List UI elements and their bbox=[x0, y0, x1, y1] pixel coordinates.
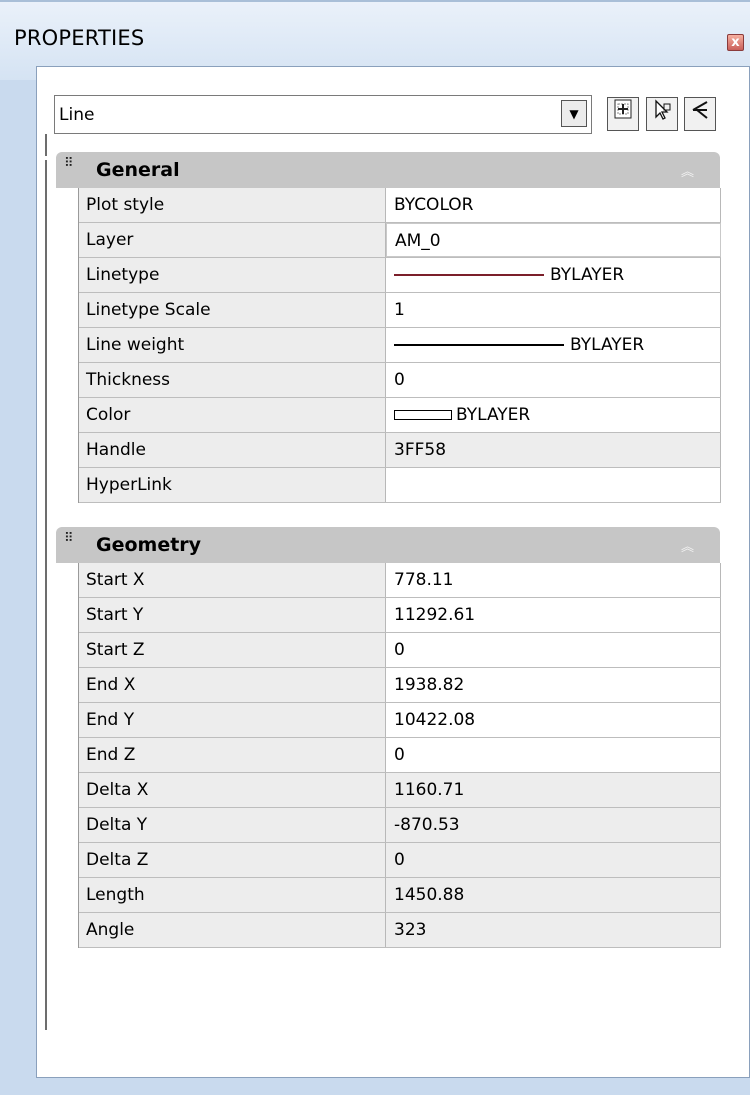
grip-icon: ⠿ bbox=[64, 531, 74, 546]
property-name: Line weight bbox=[79, 328, 386, 362]
property-row-start-z[interactable]: Start Z0 bbox=[79, 633, 721, 668]
property-name: Color bbox=[79, 398, 386, 432]
property-value[interactable]: BYCOLOR bbox=[386, 188, 721, 222]
section-geometry-header[interactable]: ⠿ Geometry ︽ bbox=[56, 527, 720, 563]
quick-select-button[interactable] bbox=[607, 97, 639, 131]
property-name: Angle bbox=[79, 913, 386, 947]
property-row-layer[interactable]: Layer AM_0 bbox=[79, 223, 721, 258]
line-sample-icon bbox=[394, 274, 544, 276]
property-value: 3FF58 bbox=[386, 433, 721, 467]
property-row-color[interactable]: Color BYLAYER bbox=[79, 398, 721, 433]
property-value[interactable]: 0 bbox=[386, 633, 721, 667]
section-general-header[interactable]: ⠿ General ︽ bbox=[56, 152, 720, 188]
property-row-thickness[interactable]: Thickness 0 bbox=[79, 363, 721, 398]
property-value-text: BYLAYER bbox=[570, 335, 645, 355]
property-row-delta-y[interactable]: Delta Y -870.53 bbox=[79, 808, 721, 843]
property-value-text: BYLAYER bbox=[550, 265, 625, 285]
property-name: End Z bbox=[79, 738, 386, 772]
geometry-properties-grid: Start X 778.11 Start Y 11292.61 Start Z 0 End … bbox=[78, 563, 721, 948]
window-title: PROPERTIES bbox=[14, 26, 145, 50]
property-value-text: BYLAYER bbox=[456, 405, 531, 425]
property-value[interactable]: BYLAYER bbox=[386, 328, 721, 362]
property-name: End Y bbox=[79, 703, 386, 737]
property-name: Linetype bbox=[79, 258, 386, 292]
toggle-pickadd-button[interactable] bbox=[684, 97, 716, 131]
quick-select-icon bbox=[613, 99, 633, 125]
property-name: Linetype Scale bbox=[79, 293, 386, 327]
select-objects-button[interactable] bbox=[646, 97, 678, 131]
property-row-handle[interactable]: Handle 3FF58 bbox=[79, 433, 721, 468]
property-value: 1450.88 bbox=[386, 878, 721, 912]
property-name: Layer bbox=[79, 223, 386, 257]
section-title: Geometry bbox=[96, 534, 202, 556]
property-name: Plot style bbox=[79, 188, 386, 222]
property-row-start-y[interactable]: Start Y 11292.61 bbox=[79, 598, 721, 633]
property-row-hyperlink[interactable]: HyperLink bbox=[79, 468, 721, 503]
property-row-line-weight[interactable]: Line weight BYLAYER bbox=[79, 328, 721, 363]
grip-icon: ⠿ bbox=[64, 156, 74, 171]
property-name: Handle bbox=[79, 433, 386, 467]
collapse-icon[interactable]: ︽ bbox=[681, 536, 694, 555]
property-value: 323 bbox=[386, 913, 721, 947]
property-value: 0 bbox=[386, 843, 721, 877]
panel-edge bbox=[45, 160, 47, 1030]
property-name: HyperLink bbox=[79, 468, 386, 502]
property-value[interactable]: 0 bbox=[386, 738, 721, 772]
property-row-angle[interactable]: Angle 323 bbox=[79, 913, 721, 948]
property-name: Start Z bbox=[79, 633, 386, 667]
color-swatch-icon bbox=[394, 410, 452, 420]
property-name: Thickness bbox=[79, 363, 386, 397]
panel-edge bbox=[45, 134, 47, 156]
property-value: -870.53 bbox=[386, 808, 721, 842]
property-row-end-y[interactable]: End Y 10422.08 bbox=[79, 703, 721, 738]
close-button[interactable]: x bbox=[727, 34, 744, 51]
object-type-value: Line bbox=[59, 105, 95, 125]
property-name: Delta Z bbox=[79, 843, 386, 877]
property-value[interactable]: 1 bbox=[386, 293, 721, 327]
property-name: Start X bbox=[79, 563, 386, 597]
property-value[interactable]: BYLAYER bbox=[386, 258, 721, 292]
property-name: End X bbox=[79, 668, 386, 702]
property-row-length[interactable]: Length 1450.88 bbox=[79, 878, 721, 913]
general-properties-grid: Plot style BYCOLOR Layer AM_0 Linetype BYLAYE… bbox=[78, 188, 721, 503]
property-value[interactable]: BYLAYER bbox=[386, 398, 721, 432]
property-name: Delta Y bbox=[79, 808, 386, 842]
line-sample-icon bbox=[394, 344, 564, 346]
property-row-linetype[interactable]: Linetype BYLAYER bbox=[79, 258, 721, 293]
property-row-end-x[interactable]: End X 1938.82 bbox=[79, 668, 721, 703]
property-value: 1160.71 bbox=[386, 773, 721, 807]
property-row-end-z[interactable]: End Z0 bbox=[79, 738, 721, 773]
property-row-start-x[interactable]: Start X 778.11 bbox=[79, 563, 721, 598]
toggle-pickadd-icon bbox=[689, 101, 711, 127]
dropdown-arrow-icon[interactable]: ▼ bbox=[561, 100, 587, 127]
section-title: General bbox=[96, 159, 180, 181]
select-objects-icon bbox=[651, 99, 673, 127]
property-row-delta-z[interactable]: Delta Z0 bbox=[79, 843, 721, 878]
property-value[interactable]: 10422.08 bbox=[386, 703, 721, 737]
property-value[interactable]: AM_0 bbox=[386, 223, 721, 257]
property-row-plot-style[interactable]: Plot style BYCOLOR bbox=[79, 188, 721, 223]
property-name: Length bbox=[79, 878, 386, 912]
property-value[interactable]: 0 bbox=[386, 363, 721, 397]
collapse-icon[interactable]: ︽ bbox=[681, 161, 694, 180]
property-row-linetype-scale[interactable]: Linetype Scale 1 bbox=[79, 293, 721, 328]
property-row-delta-x[interactable]: Delta X 1160.71 bbox=[79, 773, 721, 808]
object-type-select[interactable]: Line ▼ bbox=[54, 95, 592, 134]
property-value[interactable]: 778.11 bbox=[386, 563, 721, 597]
property-name: Delta X bbox=[79, 773, 386, 807]
property-name: Start Y bbox=[79, 598, 386, 632]
property-value[interactable]: 1938.82 bbox=[386, 668, 721, 702]
property-value[interactable]: 11292.61 bbox=[386, 598, 721, 632]
property-value[interactable] bbox=[386, 468, 721, 502]
